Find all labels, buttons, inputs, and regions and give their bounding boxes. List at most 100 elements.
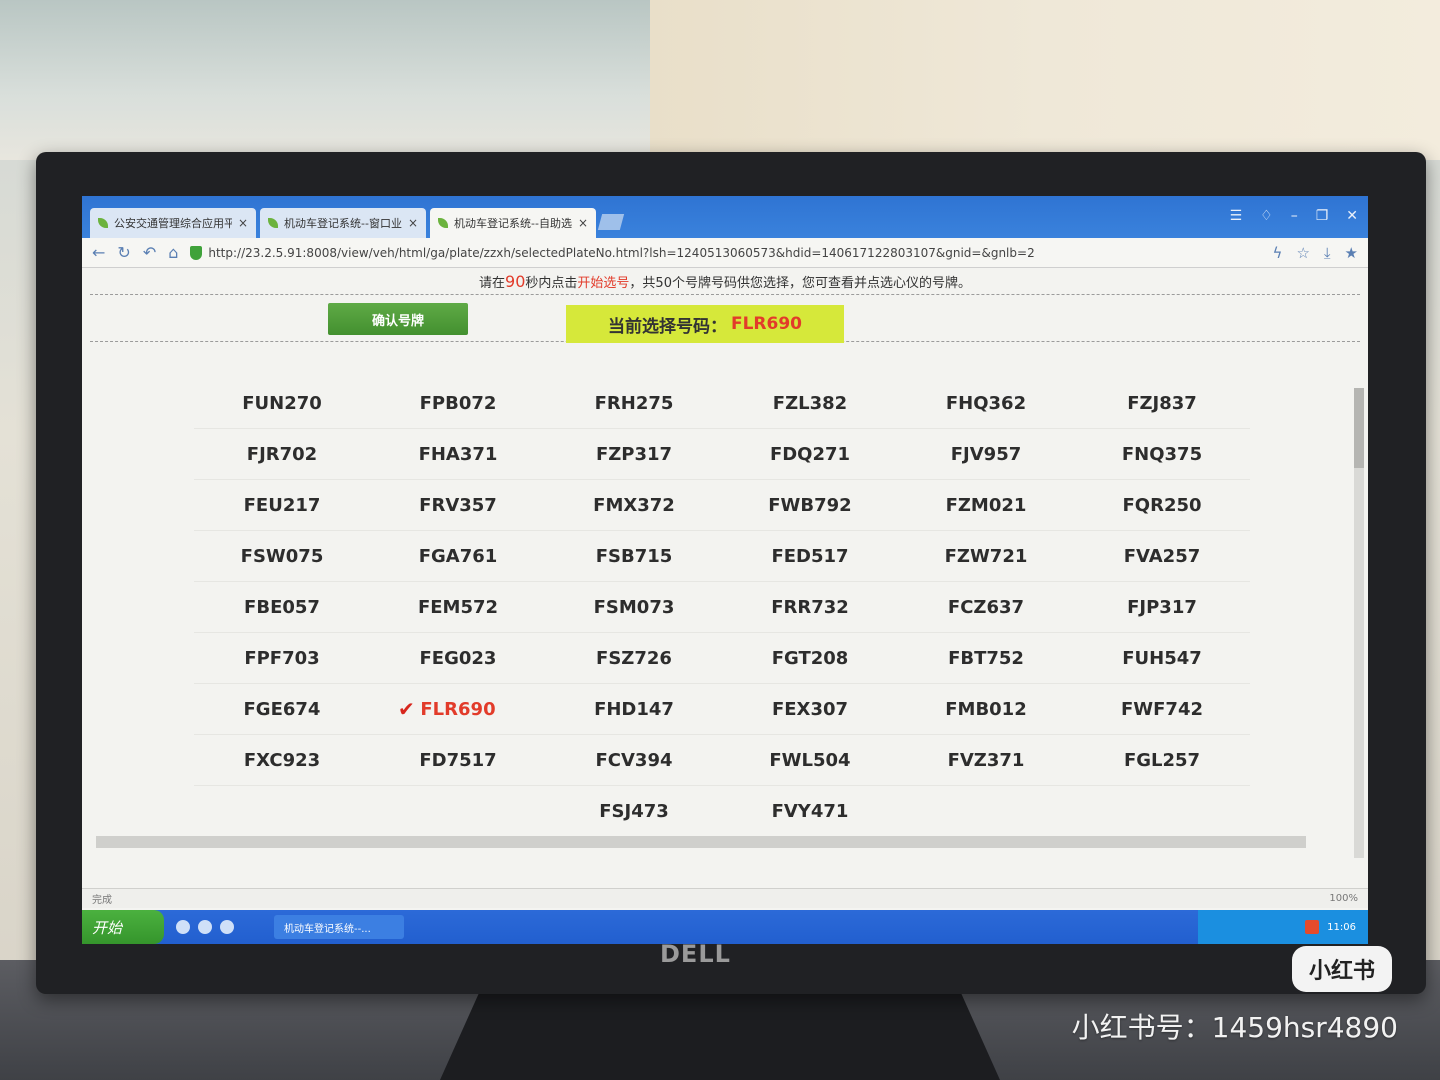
plate-option[interactable]: FD7517 — [370, 735, 546, 786]
plate-option[interactable]: FSJ473 — [546, 786, 722, 837]
plate-option[interactable]: FEX307 — [722, 684, 898, 735]
start-selection-link[interactable]: 开始选号 — [577, 276, 629, 291]
url-input[interactable]: http://23.2.5.91:8008/view/veh/html/ga/p… — [208, 246, 1272, 260]
close-window-icon[interactable]: ✕ — [1346, 208, 1358, 224]
plate-option[interactable]: FZM021 — [898, 480, 1074, 531]
notice-prefix: 请在 — [479, 276, 506, 291]
plate-option[interactable]: FWB792 — [722, 480, 898, 531]
plate-option[interactable]: FGL257 — [1074, 735, 1250, 786]
plate-column-6: FZJ837 FNQ375 FQR250 FVA257 FJP317 FUH54… — [1074, 378, 1250, 837]
current-selection-label: 当前选择号码： — [607, 316, 727, 337]
plate-option[interactable]: FSM073 — [546, 582, 722, 633]
plate-option[interactable]: FHQ362 — [898, 378, 1074, 429]
quick-launch-icon[interactable] — [176, 920, 190, 934]
plate-option[interactable]: FVA257 — [1074, 531, 1250, 582]
plate-option[interactable]: FEM572 — [370, 582, 546, 633]
plate-option[interactable]: FED517 — [722, 531, 898, 582]
vertical-scroll-thumb[interactable] — [1354, 388, 1364, 468]
plate-option[interactable]: FVZ371 — [898, 735, 1074, 786]
browser-status-bar: 完成 100% — [82, 888, 1368, 908]
confirm-plate-button[interactable]: 确认号牌 — [328, 303, 468, 335]
plate-option[interactable]: FPF703 — [194, 633, 370, 684]
tab-label: 机动车登记系统--窗口业 — [284, 217, 402, 230]
plate-option[interactable]: FGE674 — [194, 684, 370, 735]
plate-option[interactable]: FVY471 — [722, 786, 898, 837]
plate-option[interactable]: FMX372 — [546, 480, 722, 531]
restore-icon[interactable]: ❐ — [1316, 208, 1329, 224]
plate-option[interactable]: FWL504 — [722, 735, 898, 786]
refresh-icon[interactable]: ↻ — [117, 243, 130, 262]
plate-option[interactable]: FJV957 — [898, 429, 1074, 480]
plate-option[interactable]: FXC923 — [194, 735, 370, 786]
tab-traffic-management[interactable]: 公安交通管理综合应用平 × — [90, 208, 256, 238]
plate-option[interactable]: FGT208 — [722, 633, 898, 684]
plate-option[interactable]: FZP317 — [546, 429, 722, 480]
xiaohongshu-account-id: 小红书号：1459hsr4890 — [1071, 1011, 1398, 1044]
quick-launch-icon[interactable] — [198, 920, 212, 934]
plate-option[interactable]: FBE057 — [194, 582, 370, 633]
undo-icon[interactable]: ↶ — [143, 243, 156, 262]
zoom-level[interactable]: 100% — [1329, 893, 1358, 904]
plate-option[interactable]: FHA371 — [370, 429, 546, 480]
plate-option[interactable]: FCV394 — [546, 735, 722, 786]
monitor-brand-logo: DELL — [660, 940, 731, 968]
plate-option[interactable]: FWF742 — [1074, 684, 1250, 735]
plate-option[interactable]: FZJ837 — [1074, 378, 1250, 429]
favorites-icon[interactable]: ★ — [1345, 244, 1358, 262]
bookmark-star-icon[interactable]: ☆ — [1296, 244, 1309, 262]
menu-icon[interactable]: ☰ — [1230, 208, 1243, 224]
plate-option[interactable]: FEU217 — [194, 480, 370, 531]
plate-option[interactable]: FQR250 — [1074, 480, 1250, 531]
plate-option[interactable]: FZW721 — [898, 531, 1074, 582]
xiaohongshu-badge: 小红书 — [1292, 946, 1392, 992]
plate-option[interactable]: FSZ726 — [546, 633, 722, 684]
skin-icon[interactable]: ♢ — [1260, 208, 1273, 224]
plate-option-selected[interactable]: ✔ FLR690 — [370, 684, 546, 735]
quick-launch-icon[interactable] — [220, 920, 234, 934]
taskbar-window-button[interactable]: 机动车登记系统--... — [274, 915, 404, 939]
background-wall — [650, 0, 1440, 160]
home-icon[interactable]: ⌂ — [168, 243, 178, 262]
download-icon[interactable]: ⤓ — [1324, 244, 1331, 262]
plate-grid: FUN270 FJR702 FEU217 FSW075 FBE057 FPF70… — [194, 378, 1254, 837]
plate-option[interactable]: FRR732 — [722, 582, 898, 633]
countdown-seconds: 90 — [505, 272, 526, 291]
plate-option[interactable]: FEG023 — [370, 633, 546, 684]
plate-option[interactable]: FMB012 — [898, 684, 1074, 735]
plate-option[interactable]: FHD147 — [546, 684, 722, 735]
plate-option[interactable]: FJP317 — [1074, 582, 1250, 633]
address-bar-actions: ϟ ☆ ⤓ ★ — [1273, 244, 1358, 262]
plate-option[interactable]: FGA761 — [370, 531, 546, 582]
tab-vehicle-registration-window[interactable]: 机动车登记系统--窗口业 × — [260, 208, 426, 238]
plate-option[interactable]: FNQ375 — [1074, 429, 1250, 480]
plate-option[interactable]: FUN270 — [194, 378, 370, 429]
background-window — [0, 0, 650, 160]
notice-suffix: ，共50个号牌号码供您选择，您可查看并点选心仪的号牌。 — [629, 276, 971, 291]
plate-option[interactable]: FUH547 — [1074, 633, 1250, 684]
lightning-icon[interactable]: ϟ — [1273, 244, 1283, 262]
close-icon[interactable]: × — [408, 216, 418, 230]
plate-option[interactable]: FSW075 — [194, 531, 370, 582]
plate-option[interactable]: FZL382 — [722, 378, 898, 429]
plate-option[interactable]: FSB715 — [546, 531, 722, 582]
plate-option[interactable]: FRH275 — [546, 378, 722, 429]
tab-vehicle-registration-self-select[interactable]: 机动车登记系统--自助选 × — [430, 208, 596, 238]
back-icon[interactable]: ← — [92, 243, 105, 262]
new-tab-button[interactable] — [597, 214, 625, 230]
plate-option[interactable]: FBT752 — [898, 633, 1074, 684]
plate-option[interactable]: FCZ637 — [898, 582, 1074, 633]
tab-label: 机动车登记系统--自助选 — [454, 217, 572, 230]
plate-option[interactable]: FJR702 — [194, 429, 370, 480]
window-controls: ☰ ♢ – ❐ ✕ — [1230, 208, 1358, 224]
browser-tab-bar: 公安交通管理综合应用平 × 机动车登记系统--窗口业 × 机动车登记系统--自助… — [82, 196, 1368, 238]
tray-app-icon[interactable] — [1305, 920, 1320, 934]
minimize-icon[interactable]: – — [1291, 208, 1298, 224]
plate-option[interactable]: FPB072 — [370, 378, 546, 429]
start-button[interactable]: 开始 — [82, 910, 164, 944]
plate-option[interactable]: FRV357 — [370, 480, 546, 531]
close-icon[interactable]: × — [578, 216, 588, 230]
plate-option[interactable]: FDQ271 — [722, 429, 898, 480]
close-icon[interactable]: × — [238, 216, 248, 230]
horizontal-scrollbar[interactable] — [96, 836, 1306, 848]
windows-taskbar: 开始 机动车登记系统--... 11:06 — [82, 910, 1368, 944]
